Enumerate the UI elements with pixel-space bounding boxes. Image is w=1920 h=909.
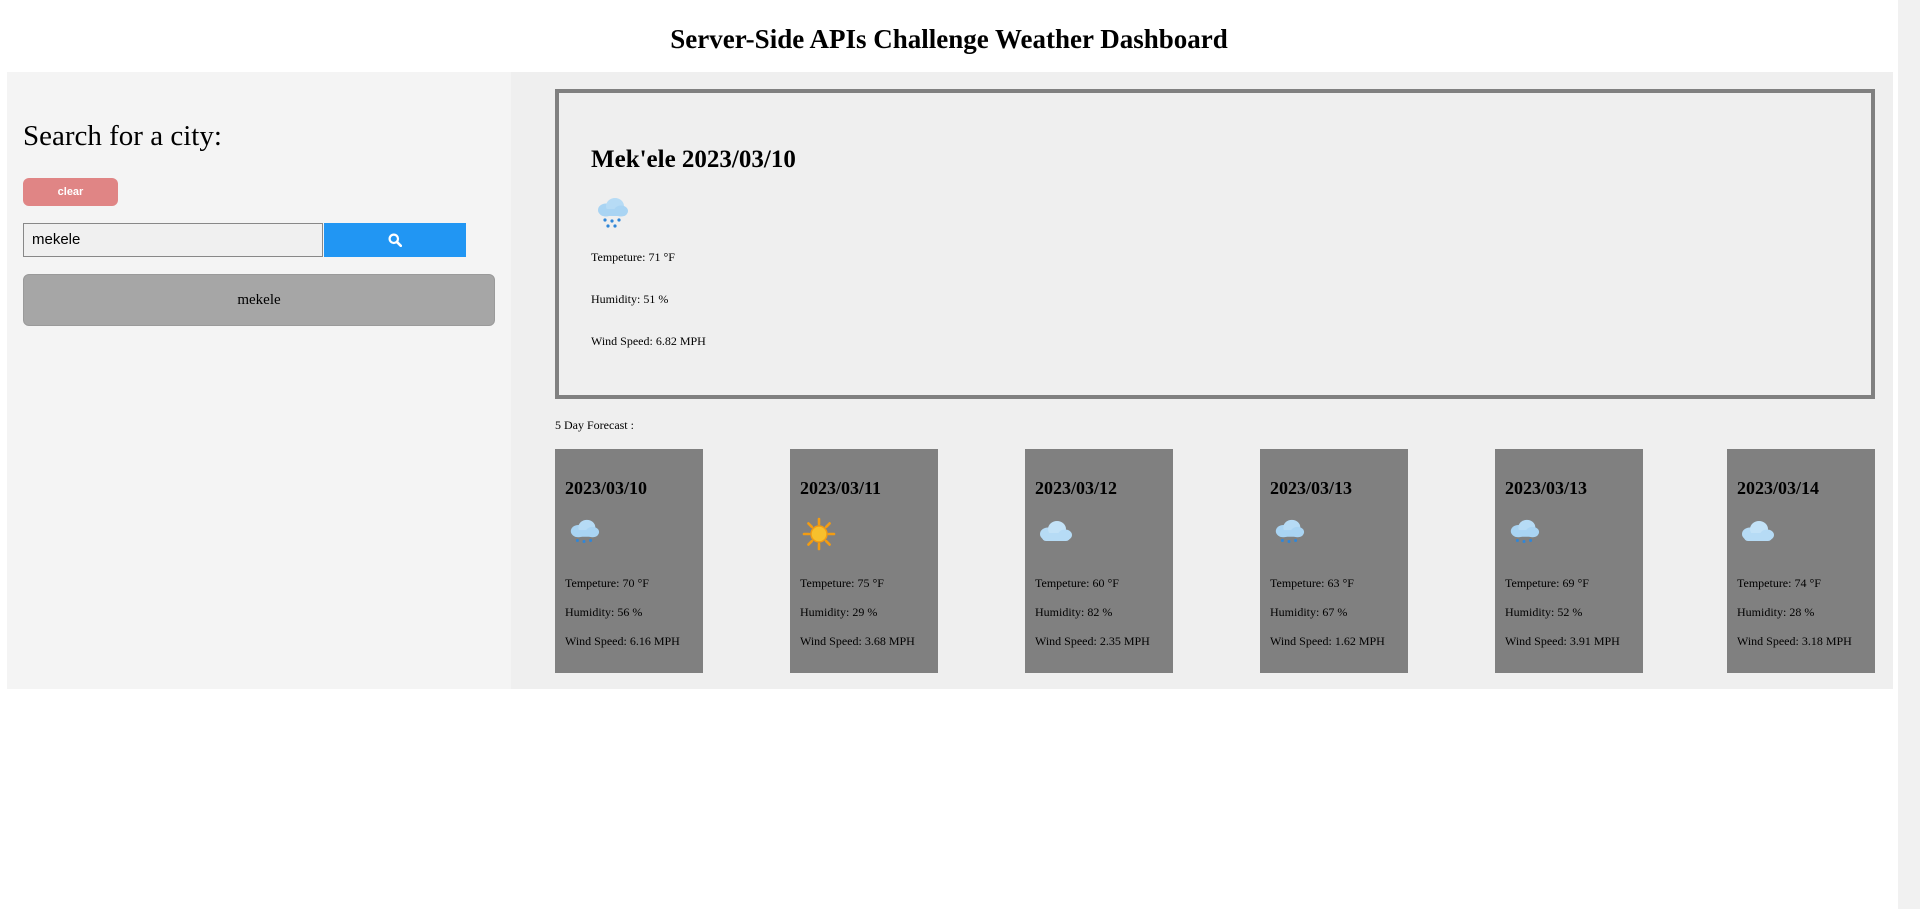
forecast-humidity: Humidity: 82 % bbox=[1035, 605, 1113, 619]
current-city-date: Mek'ele 2023/03/10 bbox=[591, 146, 796, 173]
current-temperature: Tempeture: 71 °F bbox=[591, 250, 675, 264]
forecast-humidity: Humidity: 52 % bbox=[1505, 605, 1583, 619]
forecast-humidity: Humidity: 67 % bbox=[1270, 605, 1348, 619]
current-wind-speed: Wind Speed: 6.82 MPH bbox=[591, 334, 706, 348]
forecast-temperature: Tempeture: 74 °F bbox=[1737, 576, 1821, 590]
forecast-card: 2023/03/14 Tempeture: 74 °F Humidity: 28… bbox=[1727, 449, 1875, 673]
search-heading: Search for a city: bbox=[23, 120, 222, 152]
sun-icon bbox=[801, 517, 837, 551]
forecast-humidity: Humidity: 56 % bbox=[565, 605, 643, 619]
rain-cloud-icon bbox=[566, 517, 602, 549]
forecast-card: 2023/03/12 Tempeture: 60 °F Humidity: 82… bbox=[1025, 449, 1173, 673]
forecast-temperature: Tempeture: 60 °F bbox=[1035, 576, 1119, 590]
search-button[interactable] bbox=[324, 223, 466, 257]
page-title: Server-Side APIs Challenge Weather Dashb… bbox=[670, 24, 1228, 54]
rain-cloud-icon bbox=[1506, 517, 1542, 549]
current-humidity: Humidity: 51 % bbox=[591, 292, 669, 306]
forecast-wind-speed: Wind Speed: 3.18 MPH bbox=[1737, 634, 1852, 648]
forecast-card: 2023/03/10 Tempeture: 70 °F Humidity: 56… bbox=[555, 449, 703, 673]
search-input[interactable]: mekele bbox=[23, 223, 323, 257]
forecast-date: 2023/03/11 bbox=[800, 478, 882, 498]
forecast-humidity: Humidity: 29 % bbox=[800, 605, 878, 619]
forecast-wind-speed: Wind Speed: 3.68 MPH bbox=[800, 634, 915, 648]
forecast-date: 2023/03/13 bbox=[1270, 478, 1353, 498]
current-weather-card: Mek'ele 2023/03/10 Tempeture: 71 °F Humi… bbox=[555, 89, 1875, 399]
forecast-label: 5 Day Forecast : bbox=[555, 418, 634, 432]
forecast-wind-speed: Wind Speed: 3.91 MPH bbox=[1505, 634, 1620, 648]
clear-button[interactable]: clear bbox=[23, 178, 118, 206]
forecast-temperature: Tempeture: 70 °F bbox=[565, 576, 649, 590]
forecast-wind-speed: Wind Speed: 2.35 MPH bbox=[1035, 634, 1150, 648]
forecast-card: 2023/03/11 Tempeture: 75 °F Humidity: 29… bbox=[790, 449, 938, 673]
rain-cloud-icon bbox=[593, 195, 631, 229]
forecast-card: 2023/03/13 Tempeture: 63 °F Humidity: 67… bbox=[1260, 449, 1408, 673]
rain-cloud-icon bbox=[1271, 517, 1307, 549]
sidebar: Search for a city: clear mekele mekele bbox=[7, 72, 511, 689]
forecast-temperature: Tempeture: 69 °F bbox=[1505, 576, 1589, 590]
cloud-icon bbox=[1738, 517, 1776, 547]
search-icon bbox=[388, 233, 402, 247]
forecast-date: 2023/03/10 bbox=[565, 478, 648, 498]
forecast-date: 2023/03/12 bbox=[1035, 478, 1118, 498]
forecast-temperature: Tempeture: 63 °F bbox=[1270, 576, 1354, 590]
scrollbar[interactable] bbox=[1898, 0, 1920, 909]
forecast-card: 2023/03/13 Tempeture: 69 °F Humidity: 52… bbox=[1495, 449, 1643, 673]
forecast-temperature: Tempeture: 75 °F bbox=[800, 576, 884, 590]
forecast-wind-speed: Wind Speed: 1.62 MPH bbox=[1270, 634, 1385, 648]
cloud-icon bbox=[1036, 517, 1074, 547]
forecast-date: 2023/03/14 bbox=[1737, 478, 1820, 498]
main-panel: Mek'ele 2023/03/10 Tempeture: 71 °F Humi… bbox=[511, 72, 1893, 689]
history-item-mekele[interactable]: mekele bbox=[23, 274, 495, 326]
forecast-humidity: Humidity: 28 % bbox=[1737, 605, 1815, 619]
forecast-wind-speed: Wind Speed: 6.16 MPH bbox=[565, 634, 680, 648]
forecast-date: 2023/03/13 bbox=[1505, 478, 1588, 498]
page: Server-Side APIs Challenge Weather Dashb… bbox=[0, 0, 1920, 909]
header: Server-Side APIs Challenge Weather Dashb… bbox=[0, 0, 1898, 72]
